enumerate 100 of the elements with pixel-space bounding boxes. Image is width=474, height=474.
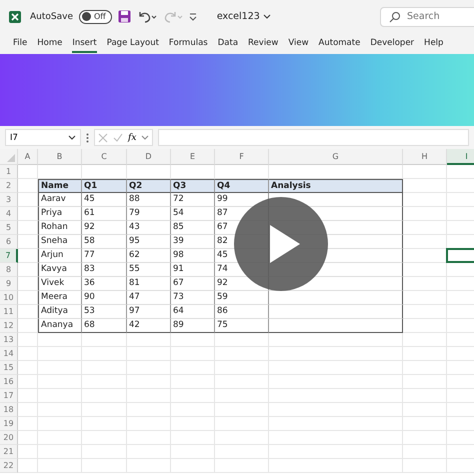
- table-cell: 91: [171, 263, 215, 277]
- table-cell: Arjun: [38, 249, 82, 263]
- row-header[interactable]: 1: [0, 165, 18, 179]
- row-header[interactable]: 6: [0, 235, 18, 249]
- row-header[interactable]: 15: [0, 361, 18, 375]
- undo-icon[interactable]: [136, 10, 157, 23]
- grid-cell: [38, 445, 82, 459]
- grid-cell: [215, 403, 269, 417]
- grid-cell: [18, 165, 38, 179]
- table-cell: 54: [171, 207, 215, 221]
- column-header[interactable]: C: [82, 149, 127, 165]
- grid-cell: [18, 249, 38, 263]
- menu-tab[interactable]: Review: [248, 34, 278, 52]
- column-header[interactable]: F: [215, 149, 269, 165]
- table-cell: 83: [82, 263, 127, 277]
- grid-cell: [18, 333, 38, 347]
- column-header[interactable]: A: [18, 149, 38, 165]
- grid-cell: [82, 389, 127, 403]
- table-cell: Aarav: [38, 193, 82, 207]
- row-header[interactable]: 12: [0, 319, 18, 333]
- grid-cell: [171, 445, 215, 459]
- row-header[interactable]: 22: [0, 459, 18, 473]
- table-cell: 85: [171, 221, 215, 235]
- grid-cell: [171, 431, 215, 445]
- caret-icon[interactable]: [262, 14, 271, 20]
- table-cell: 98: [171, 249, 215, 263]
- table-cell: 45: [82, 193, 127, 207]
- menu-tab[interactable]: Automate: [318, 34, 360, 52]
- row-header[interactable]: 4: [0, 207, 18, 221]
- menu-tab[interactable]: File: [13, 34, 28, 52]
- excel-logo-icon: [8, 10, 22, 24]
- row-header[interactable]: 10: [0, 291, 18, 305]
- grid-cell: [215, 375, 269, 389]
- table-cell: Name: [38, 179, 82, 193]
- grid-cell: [82, 431, 127, 445]
- table-cell: 68: [82, 319, 127, 333]
- column-header[interactable]: H: [403, 149, 447, 165]
- row-header[interactable]: 9: [0, 277, 18, 291]
- table-cell: Aditya: [38, 305, 82, 319]
- insert-function-button[interactable]: fx: [128, 132, 136, 142]
- row-header[interactable]: 21: [0, 445, 18, 459]
- table-cell: 75: [215, 319, 269, 333]
- column-header[interactable]: I: [447, 149, 474, 165]
- grid-cell: [18, 431, 38, 445]
- grid-cell: [38, 403, 82, 417]
- table-cell: 67: [171, 277, 215, 291]
- grid-cell: [82, 375, 127, 389]
- row-header[interactable]: 20: [0, 431, 18, 445]
- name-box[interactable]: I7: [5, 129, 81, 146]
- grid-cell: [82, 445, 127, 459]
- autosave-toggle[interactable]: Off: [79, 10, 112, 24]
- menu-tab[interactable]: Help: [424, 34, 444, 52]
- row-header[interactable]: 2: [0, 179, 18, 193]
- row-header[interactable]: 13: [0, 333, 18, 347]
- row-header[interactable]: 11: [0, 305, 18, 319]
- grid-cell: [127, 431, 171, 445]
- caret-icon[interactable]: [68, 134, 76, 140]
- grid-cell: [82, 403, 127, 417]
- table-cell: 88: [127, 193, 171, 207]
- search-field[interactable]: Search: [380, 6, 474, 26]
- row-header[interactable]: 16: [0, 375, 18, 389]
- row-header[interactable]: 8: [0, 263, 18, 277]
- column-header[interactable]: E: [171, 149, 215, 165]
- grid-cell: [171, 459, 215, 473]
- grid-cell: [215, 417, 269, 431]
- table-cell: 73: [171, 291, 215, 305]
- grid-cell: [18, 305, 38, 319]
- grid-cell: [38, 389, 82, 403]
- search-icon: [389, 10, 401, 22]
- row-header[interactable]: 3: [0, 193, 18, 207]
- row-header[interactable]: 18: [0, 403, 18, 417]
- table-cell: 89: [171, 319, 215, 333]
- table-cell: 86: [215, 305, 269, 319]
- save-icon[interactable]: [118, 10, 131, 23]
- row-header[interactable]: 7: [0, 249, 18, 263]
- row-header[interactable]: 17: [0, 389, 18, 403]
- grid-cell: [18, 403, 38, 417]
- grid-cell: [38, 431, 82, 445]
- play-button-icon[interactable]: [234, 197, 328, 291]
- column-header[interactable]: D: [127, 149, 171, 165]
- file-name[interactable]: excel123: [216, 11, 260, 22]
- grid-cell: [18, 389, 38, 403]
- grid-cell: [18, 361, 38, 375]
- row-header[interactable]: 14: [0, 347, 18, 361]
- menu-tab[interactable]: Home: [37, 34, 62, 52]
- menu-tab[interactable]: Data: [218, 34, 238, 52]
- column-header[interactable]: G: [269, 149, 403, 165]
- menu-tab[interactable]: Formulas: [168, 34, 208, 52]
- menu-tab[interactable]: Page Layout: [106, 34, 159, 52]
- menu-tab[interactable]: View: [288, 34, 309, 52]
- row-header[interactable]: 5: [0, 221, 18, 235]
- grid-cell: [18, 347, 38, 361]
- customize-icon[interactable]: [188, 12, 197, 22]
- menu-tab[interactable]: Developer: [370, 34, 414, 52]
- table-cell: 55: [127, 263, 171, 277]
- formula-input[interactable]: [158, 129, 469, 146]
- grid-cell: [127, 403, 171, 417]
- grid-cell: [18, 263, 38, 277]
- column-header[interactable]: B: [38, 149, 82, 165]
- row-header[interactable]: 19: [0, 417, 18, 431]
